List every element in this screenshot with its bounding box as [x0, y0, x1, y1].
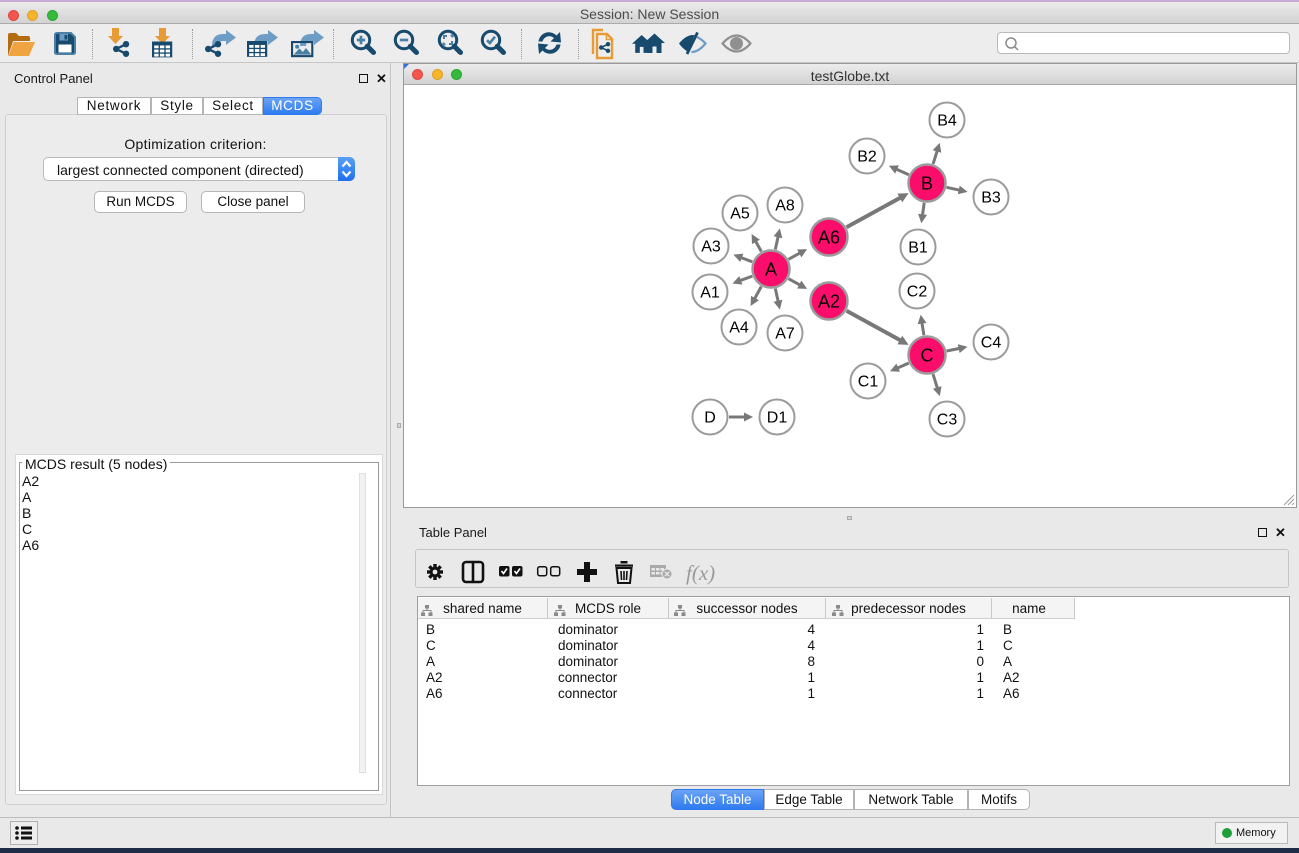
- svg-text:A8: A8: [775, 198, 795, 215]
- svg-text:A6: A6: [818, 228, 840, 248]
- svg-text:A1: A1: [700, 285, 720, 302]
- svg-text:C: C: [921, 346, 934, 366]
- svg-text:A4: A4: [729, 320, 749, 337]
- svg-text:B1: B1: [908, 240, 928, 257]
- svg-text:C4: C4: [981, 335, 1002, 352]
- svg-text:A7: A7: [775, 326, 795, 343]
- svg-text:A2: A2: [818, 292, 840, 312]
- svg-text:A: A: [765, 260, 777, 280]
- svg-text:D: D: [704, 410, 716, 427]
- svg-text:C3: C3: [937, 412, 958, 429]
- svg-text:A5: A5: [730, 206, 750, 223]
- svg-text:B: B: [921, 174, 933, 194]
- svg-text:C2: C2: [907, 284, 928, 301]
- svg-text:B2: B2: [857, 149, 877, 166]
- svg-text:A3: A3: [701, 239, 721, 256]
- svg-text:f(x): f(x): [686, 561, 715, 585]
- svg-text:D1: D1: [767, 410, 788, 427]
- svg-text:B3: B3: [981, 190, 1001, 207]
- svg-text:B4: B4: [937, 113, 957, 130]
- svg-text:C1: C1: [858, 374, 879, 391]
